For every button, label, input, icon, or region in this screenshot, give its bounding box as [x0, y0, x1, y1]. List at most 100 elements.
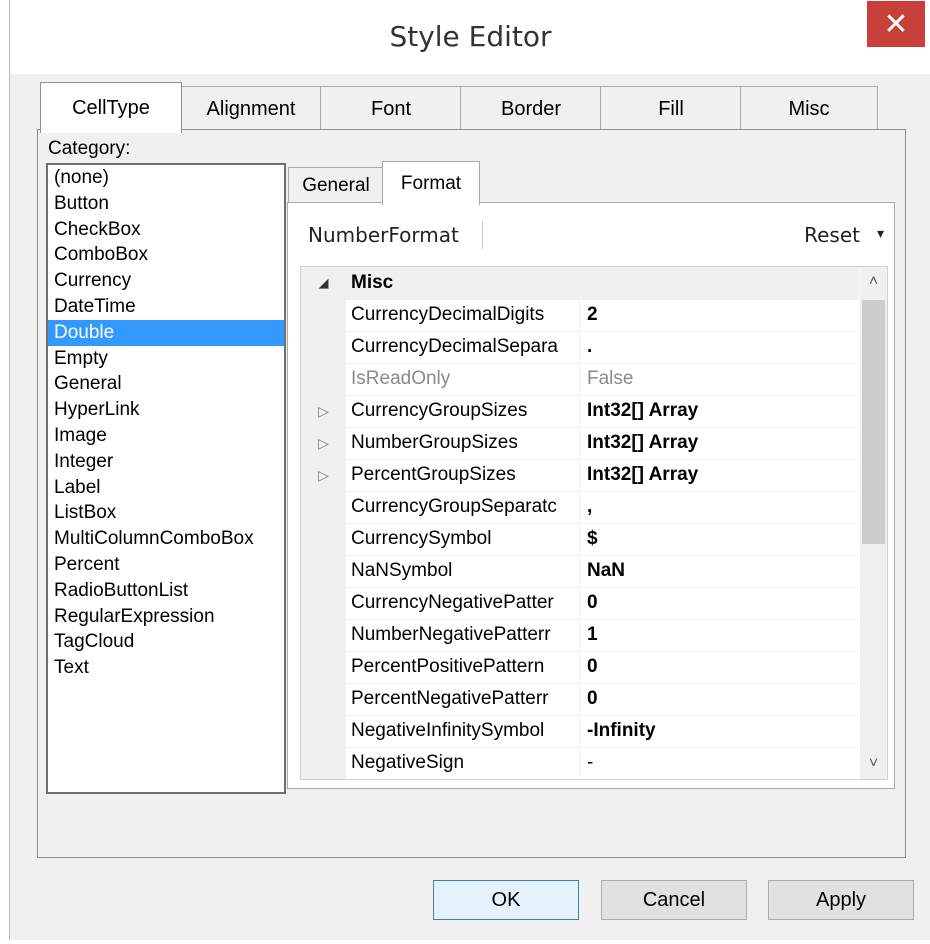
category-item[interactable]: HyperLink [48, 397, 284, 423]
property-category-row[interactable]: ◢ Misc [301, 267, 859, 300]
property-value[interactable]: $ [587, 523, 857, 555]
category-item[interactable]: RegularExpression [48, 604, 284, 630]
category-item[interactable]: DateTime [48, 294, 284, 320]
title-bar: Style Editor ✕ [10, 0, 930, 74]
property-row[interactable]: CurrencySymbol $ [301, 523, 859, 556]
celltype-panel: Category: (none) Button CheckBox ComboBox Cu… [37, 129, 906, 858]
category-item[interactable]: ListBox [48, 500, 284, 526]
property-name: NegativeSign [351, 747, 580, 779]
category-item[interactable]: Integer [48, 449, 284, 475]
property-row[interactable]: CurrencyDecimalSepara. [301, 331, 859, 364]
category-item[interactable]: CheckBox [48, 217, 284, 243]
property-row[interactable]: PercentNegativePatterr 0 [301, 683, 859, 716]
row-gutter [301, 651, 346, 683]
row-gutter [301, 683, 346, 715]
category-item[interactable]: Empty [48, 346, 284, 372]
scroll-down-icon[interactable]: ˅ [860, 749, 887, 779]
tab-font[interactable]: Font [320, 86, 462, 131]
property-name: CurrencyNegativePatter [351, 587, 580, 619]
apply-button[interactable]: Apply [768, 880, 914, 920]
property-value[interactable]: False [587, 363, 857, 395]
row-gutter [301, 491, 346, 523]
expand-icon[interactable]: ▷ [301, 427, 346, 459]
category-item[interactable]: RadioButtonList [48, 578, 284, 604]
tab-border[interactable]: Border [460, 86, 602, 131]
collapse-icon[interactable]: ◢ [301, 267, 346, 299]
property-name: CurrencyDecimalDigits [351, 299, 580, 331]
tab-misc[interactable]: Misc [740, 86, 878, 131]
property-row[interactable]: NegativeInfinitySymbol -Infinity [301, 715, 859, 748]
tab-format[interactable]: Format [382, 161, 480, 205]
property-name: Misc [351, 272, 394, 293]
vertical-scrollbar[interactable]: ˄ ˅ [860, 267, 887, 779]
chevron-down-icon[interactable]: ▾ [877, 225, 884, 242]
property-value[interactable]: Int32[] Array [587, 459, 857, 491]
row-gutter [301, 747, 346, 779]
property-name: IsReadOnly [351, 363, 580, 395]
category-item[interactable]: General [48, 371, 284, 397]
property-value[interactable]: 0 [587, 587, 857, 619]
property-row[interactable]: ▷ CurrencyGroupSizes Int32[] Array [301, 395, 859, 428]
property-row[interactable]: CurrencyGroupSeparatc, [301, 491, 859, 524]
property-name: CurrencyDecimalSepara [351, 331, 580, 363]
property-row[interactable]: CurrencyNegativePatter 0 [301, 587, 859, 620]
format-panel: NumberFormat Reset ▾ NegativeSign - Negati… [287, 202, 895, 789]
tab-label: General [302, 175, 370, 196]
category-item[interactable]: Double [48, 319, 284, 346]
property-name: CurrencyGroupSeparatc [351, 491, 580, 523]
property-value[interactable]: . [587, 331, 857, 363]
property-row[interactable]: ▷ NumberGroupSizes Int32[] Array [301, 427, 859, 460]
category-item[interactable]: Label [48, 475, 284, 501]
scroll-up-icon[interactable]: ˄ [860, 267, 887, 297]
property-row[interactable]: PercentPositivePattern 0 [301, 651, 859, 684]
row-gutter [301, 619, 346, 651]
property-row[interactable]: IsReadOnly False [301, 363, 859, 396]
property-name: NumberNegativePatterr [351, 619, 580, 651]
category-item[interactable]: MultiColumnComboBox [48, 526, 284, 552]
property-row[interactable]: NaNSymbol NaN [301, 555, 859, 588]
tab-fill[interactable]: Fill [600, 86, 742, 131]
property-row[interactable]: ▷ PercentGroupSizes Int32[] Array [301, 459, 859, 492]
close-button[interactable]: ✕ [867, 1, 925, 47]
tab-general[interactable]: General [288, 167, 384, 204]
expand-icon[interactable]: ▷ [301, 395, 346, 427]
category-item[interactable]: Currency [48, 268, 284, 294]
category-item[interactable]: Image [48, 423, 284, 449]
property-value[interactable]: Int32[] Array [587, 395, 857, 427]
property-value[interactable]: 2 [587, 299, 857, 331]
ok-button[interactable]: OK [433, 880, 579, 920]
category-item[interactable]: ComboBox [48, 242, 284, 268]
reset-button[interactable]: Reset [804, 223, 860, 247]
property-value[interactable]: 0 [587, 651, 857, 683]
property-value[interactable]: - [587, 747, 857, 779]
row-gutter [301, 587, 346, 619]
property-value[interactable]: , [587, 491, 857, 523]
property-row[interactable]: NumberNegativePatterr 1 [301, 619, 859, 652]
category-item[interactable]: Text [48, 655, 284, 681]
property-row[interactable]: NegativeSign - [301, 747, 859, 779]
expand-icon[interactable]: ▷ [301, 459, 346, 491]
category-item[interactable]: TagCloud [48, 629, 284, 655]
category-listbox[interactable]: (none) Button CheckBox ComboBox Currency Date… [46, 163, 286, 794]
category-item[interactable]: Percent [48, 552, 284, 578]
category-item[interactable]: Button [48, 191, 284, 217]
row-gutter [301, 363, 346, 395]
property-value[interactable]: Int32[] Array [587, 427, 857, 459]
category-item[interactable]: (none) [48, 165, 284, 191]
main-tabstrip: CellType Alignment Font Border Fill Misc [40, 82, 880, 133]
cancel-button[interactable]: Cancel [601, 880, 747, 920]
property-row[interactable]: CurrencyDecimalDigits 2 [301, 299, 859, 332]
property-name: NumberGroupSizes [351, 427, 580, 459]
property-name: PercentNegativePatterr [351, 683, 580, 715]
tab-celltype[interactable]: CellType [40, 82, 182, 133]
property-value[interactable]: NaN [587, 555, 857, 587]
tab-label: Misc [788, 97, 830, 120]
tab-alignment[interactable]: Alignment [180, 86, 322, 131]
property-value[interactable]: -Infinity [587, 715, 857, 747]
tab-label: Format [400, 172, 462, 194]
property-value[interactable]: 1 [587, 619, 857, 651]
tab-label: Alignment [206, 97, 296, 120]
scroll-thumb[interactable] [862, 300, 885, 544]
object-name: NumberFormat [308, 223, 459, 247]
property-value[interactable]: 0 [587, 683, 857, 715]
